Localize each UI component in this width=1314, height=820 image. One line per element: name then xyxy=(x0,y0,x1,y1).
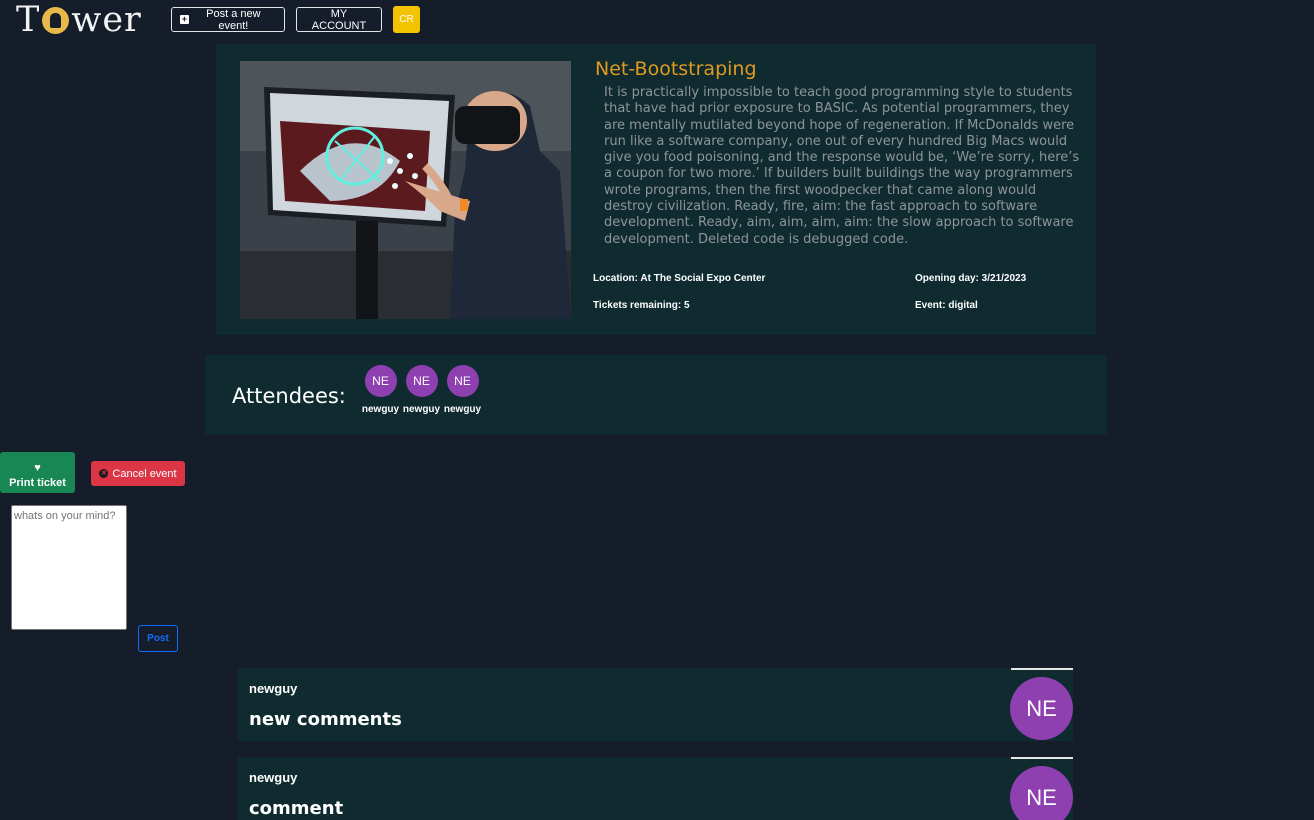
event-type: Event: digital xyxy=(915,300,978,311)
attendees-label: Attendees: xyxy=(232,384,346,408)
event-cover-image xyxy=(240,61,571,319)
logo-text: Twer xyxy=(16,0,142,40)
account-avatar[interactable]: CR xyxy=(393,6,420,33)
attendee: NE newguy xyxy=(360,365,401,415)
plus-square-icon: + xyxy=(180,14,189,24)
comment-divider xyxy=(1011,757,1073,759)
attendee: NE newguy xyxy=(401,365,442,415)
event-location: Location: At The Social Expo Center xyxy=(593,273,766,284)
account-initials: CR xyxy=(399,14,414,25)
attendees-card: Attendees: NE newguy NE newguy NE newguy xyxy=(205,355,1107,435)
event-photo xyxy=(240,61,571,319)
comment-textarea[interactable] xyxy=(11,505,127,630)
my-account-button[interactable]: MY ACCOUNT xyxy=(296,7,382,32)
comment-avatar: NE xyxy=(1010,677,1073,740)
comment-author: newguy xyxy=(249,681,298,696)
comment-author: newguy xyxy=(249,770,298,785)
event-opening-day: Opening day: 3/21/2023 xyxy=(915,273,1027,284)
comment-body: new comments xyxy=(249,709,402,730)
print-ticket-button[interactable]: ♥ Print ticket xyxy=(0,452,75,493)
event-title: Net-Bootstraping xyxy=(595,58,757,80)
post-comment-button[interactable]: Post xyxy=(138,625,178,652)
comment-body: comment xyxy=(249,798,344,819)
attendee-avatar: NE xyxy=(405,365,438,397)
logo-mascot-icon xyxy=(42,7,70,34)
post-new-event-button[interactable]: + Post a new event! xyxy=(171,7,285,32)
cancel-event-label: Cancel event xyxy=(112,467,177,480)
my-account-label: MY ACCOUNT xyxy=(311,7,367,32)
event-details-card: Net-Bootstraping It is practically impos… xyxy=(216,44,1096,335)
attendee-name: newguy xyxy=(443,404,482,415)
comment-card: newguy new comments NE xyxy=(238,668,1073,741)
x-circle-icon: ✕ xyxy=(99,469,109,478)
cancel-event-button[interactable]: ✕ Cancel event xyxy=(91,461,185,486)
attendee-name: newguy xyxy=(361,404,400,415)
comment-card: newguy comment NE xyxy=(238,757,1073,820)
event-tickets-remaining: Tickets remaining: 5 xyxy=(593,300,690,311)
post-new-event-label: Post a new event! xyxy=(206,7,261,32)
attendee-avatar: NE xyxy=(364,365,397,397)
comment-avatar: NE xyxy=(1010,766,1073,820)
print-ticket-label: Print ticket xyxy=(9,477,66,489)
attendee-avatar: NE xyxy=(446,365,479,397)
comment-divider xyxy=(1011,668,1073,670)
attendee: NE newguy xyxy=(442,365,483,415)
event-description: It is practically impossible to teach go… xyxy=(604,85,1080,247)
heart-icon: ♥ xyxy=(34,462,41,474)
tower-logo[interactable]: Twer xyxy=(16,2,142,38)
attendee-name: newguy xyxy=(402,404,441,415)
